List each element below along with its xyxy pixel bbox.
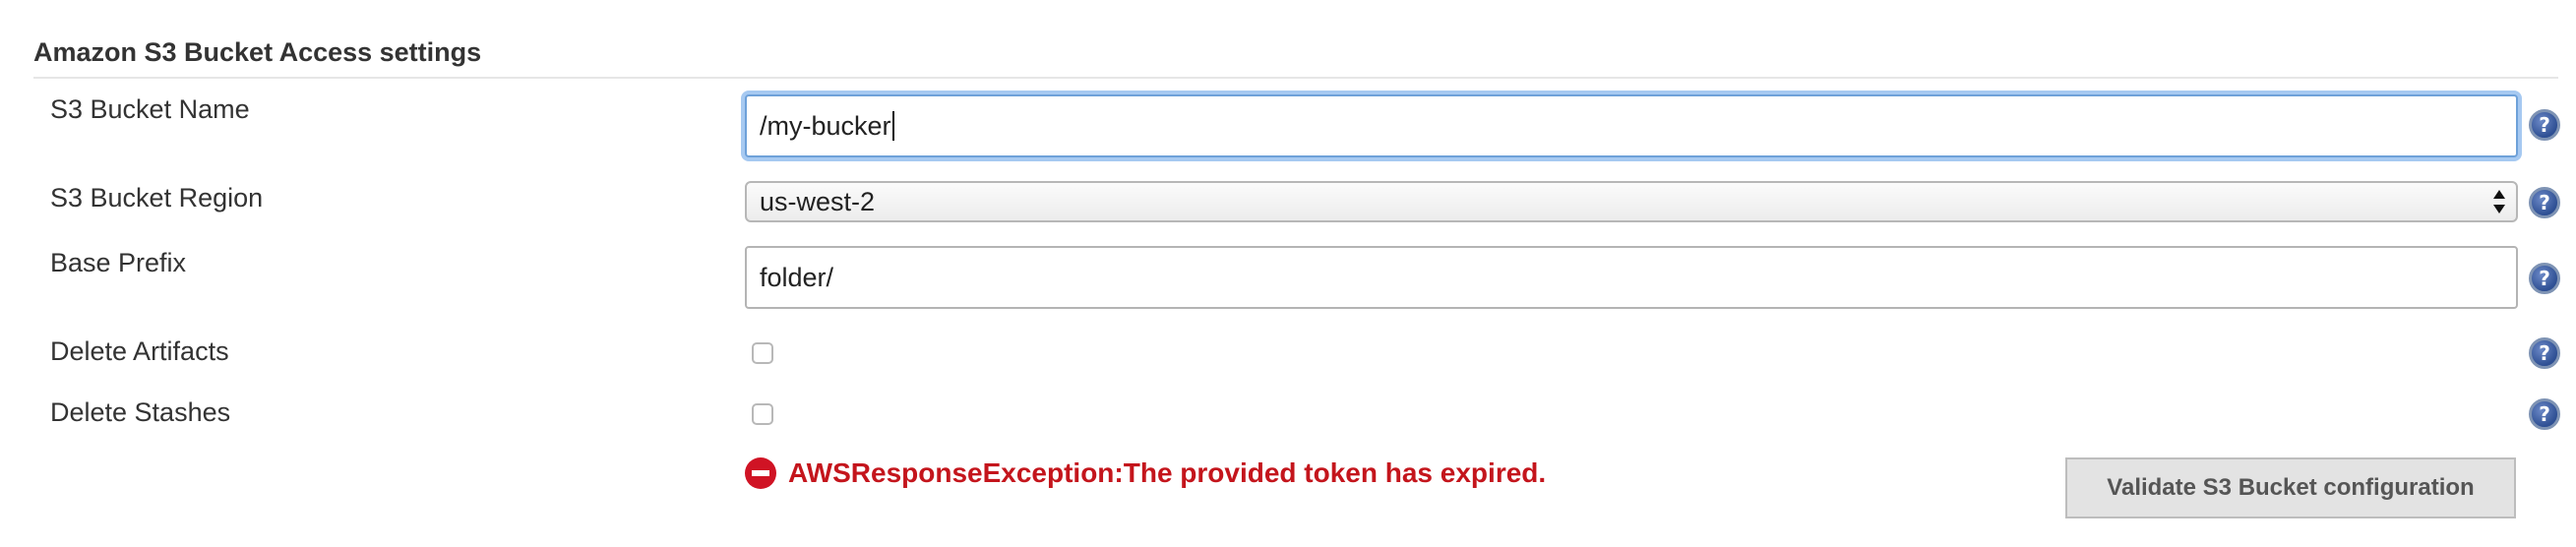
error-message: AWSResponseException:The provided token … — [788, 457, 1547, 488]
section-title: Amazon S3 Bucket Access settings — [33, 37, 482, 67]
delete-artifacts-label: Delete Artifacts — [50, 336, 229, 366]
delete-artifacts-checkbox[interactable] — [752, 342, 773, 364]
bucket-region-help-icon[interactable]: ? — [2529, 187, 2560, 218]
bucket-region-selected-value: us-west-2 — [760, 186, 876, 216]
delete-stashes-help-icon[interactable]: ? — [2529, 398, 2560, 430]
error-icon — [745, 457, 776, 489]
select-arrows-icon — [2491, 187, 2507, 216]
bucket-name-help-icon[interactable]: ? — [2529, 109, 2560, 141]
delete-stashes-label: Delete Stashes — [50, 397, 231, 427]
bucket-region-label: S3 Bucket Region — [50, 183, 264, 213]
bucket-region-select[interactable]: us-west-2 — [745, 181, 2518, 222]
bucket-name-label: S3 Bucket Name — [50, 94, 250, 124]
text-caret — [891, 111, 894, 141]
delete-stashes-checkbox[interactable] — [752, 403, 773, 425]
base-prefix-value: folder/ — [760, 262, 834, 292]
validation-error: AWSResponseException:The provided token … — [745, 456, 1546, 490]
bucket-name-value: /my-bucker — [760, 110, 891, 141]
delete-artifacts-help-icon[interactable]: ? — [2529, 337, 2560, 369]
section-header: Amazon S3 Bucket Access settings — [33, 30, 2558, 79]
validate-bucket-button[interactable]: Validate S3 Bucket configuration — [2065, 457, 2516, 518]
bucket-name-input[interactable]: /my-bucker — [745, 94, 2518, 157]
base-prefix-help-icon[interactable]: ? — [2529, 263, 2560, 294]
base-prefix-input[interactable]: folder/ — [745, 246, 2518, 309]
base-prefix-label: Base Prefix — [50, 248, 187, 277]
